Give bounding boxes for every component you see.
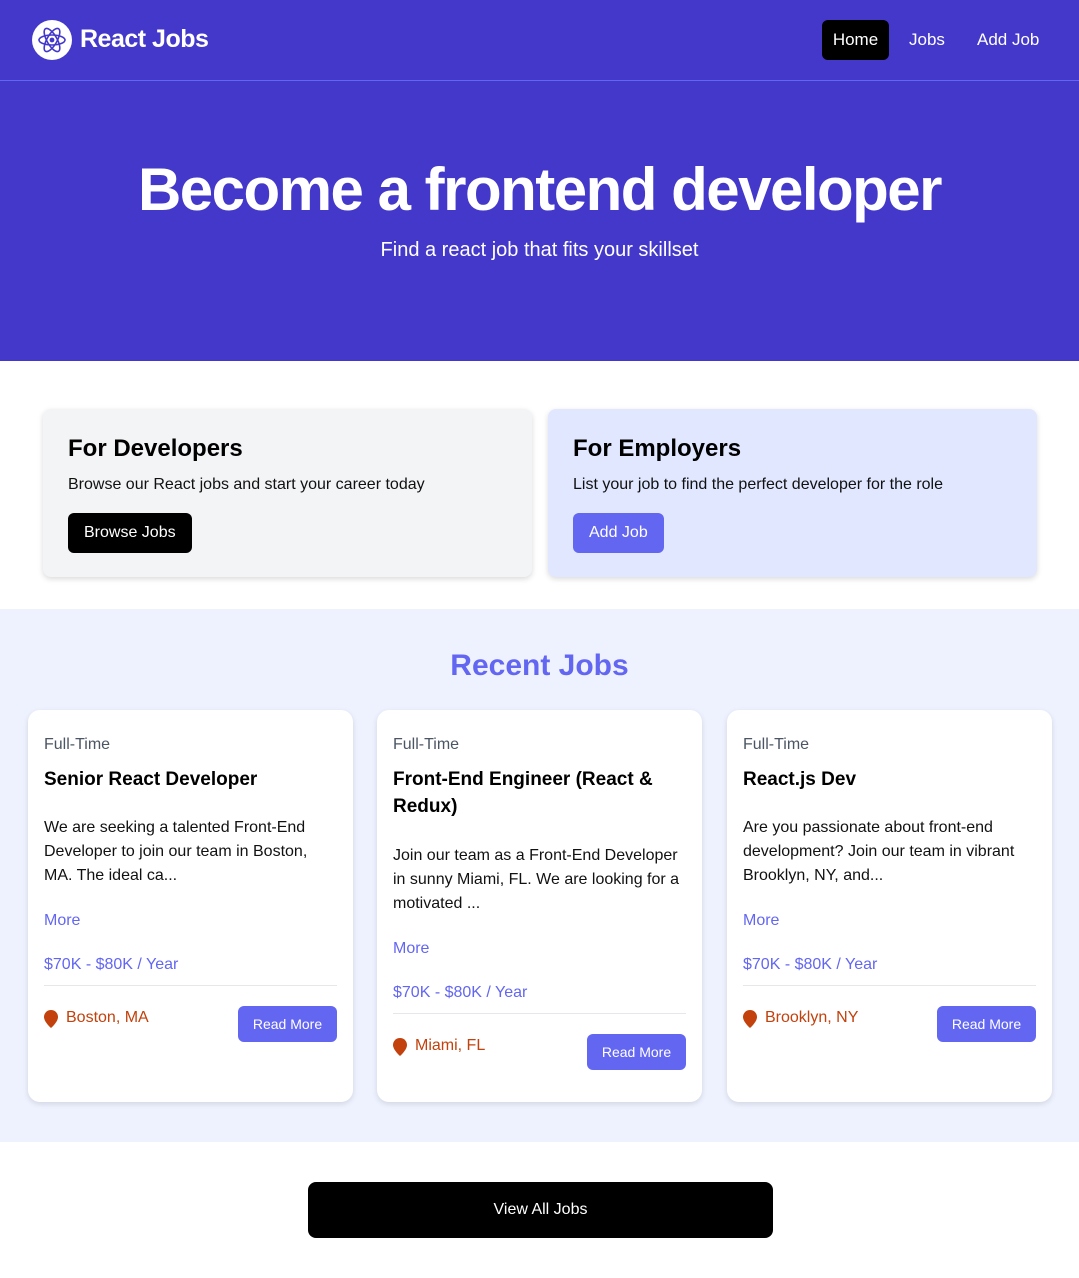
read-more-button[interactable]: Read More — [587, 1034, 686, 1070]
employers-card-text: List your job to find the perfect develo… — [573, 476, 943, 493]
nav-add-job-link[interactable]: Add Job — [965, 20, 1051, 60]
divider — [393, 1013, 686, 1014]
job-type: Full-Time — [393, 736, 460, 753]
browse-jobs-button[interactable]: Browse Jobs — [68, 513, 192, 553]
react-atom-icon[interactable] — [32, 20, 72, 60]
brand-name[interactable]: React Jobs — [80, 25, 209, 54]
job-description: We are seeking a talented Front-End Deve… — [44, 819, 308, 884]
job-salary: $70K - $80K / Year — [44, 956, 179, 973]
hero-section: Become a frontend developer Find a react… — [0, 81, 1079, 361]
employers-card-title: For Employers — [573, 435, 742, 462]
job-description: Are you passionate about front-end devel… — [743, 819, 1015, 884]
developers-card-text: Browse our React jobs and start your car… — [68, 476, 425, 493]
developers-card: For Developers Browse our React jobs and… — [43, 409, 532, 577]
job-card: Full-Time Front-End Engineer (React & Re… — [377, 710, 702, 1102]
add-job-button[interactable]: Add Job — [573, 513, 664, 553]
read-more-button[interactable]: Read More — [937, 1006, 1036, 1042]
divider — [743, 985, 1036, 986]
job-title: React.js Dev — [743, 769, 857, 790]
job-description: Join our team as a Front-End Developer i… — [393, 847, 680, 912]
job-type: Full-Time — [44, 736, 111, 753]
nav-jobs-link[interactable]: Jobs — [897, 20, 957, 60]
job-more-link[interactable]: More — [44, 912, 80, 930]
map-pin-icon — [393, 1038, 407, 1056]
employers-card: For Employers List your job to find the … — [548, 409, 1037, 577]
job-type: Full-Time — [743, 736, 810, 753]
job-title: Senior React Developer — [44, 769, 258, 790]
view-all-jobs-button[interactable]: View All Jobs — [308, 1182, 773, 1238]
job-card: Full-Time React.js Dev Are you passionat… — [727, 710, 1052, 1102]
nav-home-link[interactable]: Home — [822, 20, 889, 60]
navbar: React Jobs Home Jobs Add Job — [0, 0, 1079, 81]
hero-subtitle: Find a react job that fits your skillset — [380, 239, 699, 261]
job-salary: $70K - $80K / Year — [393, 984, 528, 1001]
job-location-text: Brooklyn, NY — [765, 1009, 859, 1026]
job-card: Full-Time Senior React Developer We are … — [28, 710, 353, 1102]
job-location-text: Miami, FL — [415, 1037, 486, 1054]
read-more-button[interactable]: Read More — [238, 1006, 337, 1042]
hero-title: Become a frontend developer — [137, 156, 943, 223]
divider — [44, 985, 337, 986]
map-pin-icon — [743, 1010, 757, 1028]
recent-jobs-title: Recent Jobs — [450, 649, 629, 682]
recent-jobs-section: Recent Jobs Full-Time Senior React Devel… — [0, 609, 1079, 1142]
job-salary: $70K - $80K / Year — [743, 956, 878, 973]
developers-card-title: For Developers — [68, 435, 243, 462]
map-pin-icon — [44, 1010, 58, 1028]
job-more-link[interactable]: More — [743, 912, 779, 930]
job-more-link[interactable]: More — [393, 940, 429, 958]
job-title: Front-End Engineer (React & Redux) — [393, 769, 653, 817]
job-location-text: Boston, MA — [66, 1009, 149, 1026]
